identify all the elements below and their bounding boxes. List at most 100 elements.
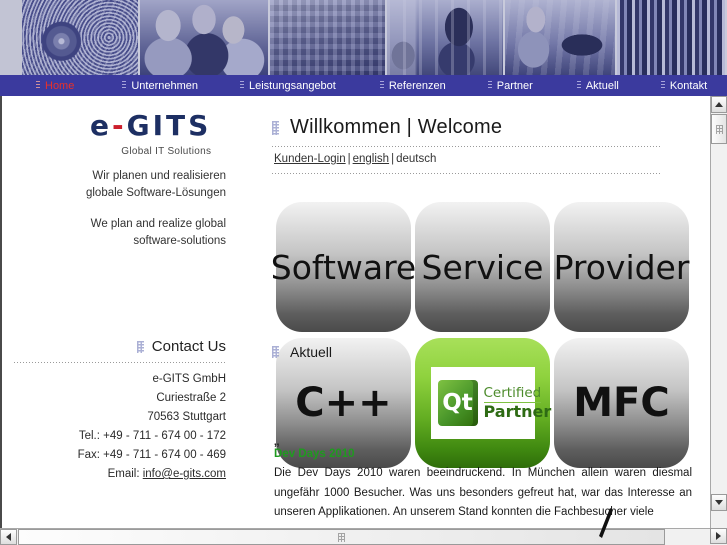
contact-title: Contact Us [151, 338, 226, 355]
aktuell-heading: Aktuell [272, 344, 332, 360]
nav-label: Partner [496, 79, 533, 92]
heading-divider [272, 146, 660, 147]
tile-row-1: Software Service Provider [271, 202, 696, 332]
banner-photo-globe-network [21, 0, 140, 75]
horizontal-scrollbar[interactable] [0, 528, 710, 545]
vertical-scroll-thumb[interactable] [711, 114, 727, 144]
logo-part2: GITS [126, 109, 212, 142]
header-banner [0, 0, 727, 75]
banner-left-pad [0, 0, 22, 75]
article-headline: Dev Days 2010 [274, 448, 355, 460]
horizontal-scroll-thumb[interactable] [18, 529, 665, 545]
banner-photo-lab-technician [505, 0, 618, 75]
scrollbar-corner [710, 528, 727, 545]
nav-bullet-icon [576, 81, 581, 90]
contact-details: e-GITS GmbH Curiestraße 2 70563 Stuttgar… [14, 370, 226, 484]
tile-label: MFC [573, 380, 670, 426]
logo-part1: e [90, 109, 112, 142]
contact-email-label: Email: [107, 468, 140, 480]
contact-divider [14, 362, 226, 363]
qt-badge: Certified Partner [430, 367, 551, 439]
contact-company: e-GITS GmbH [152, 373, 226, 385]
kunden-login-link[interactable]: Kunden-Login [274, 153, 346, 165]
contact-city: 70563 Stuttgart [147, 411, 226, 423]
scroll-grip-icon [338, 532, 345, 542]
tagline-de-line2: globale Software-Lösungen [85, 187, 226, 199]
contact-street: Curiestraße 2 [156, 392, 226, 404]
qt-badge-text: Certified Partner [483, 385, 552, 421]
nav-bullet-icon [36, 81, 40, 90]
qt-certified-label: Certified [483, 385, 542, 404]
nav-item-leistungsangebot[interactable]: Leistungsangebot [240, 80, 336, 92]
language-bar: Kunden-Login | english | deutsch [274, 153, 436, 165]
vertical-scrollbar[interactable] [710, 96, 727, 528]
tagline-gap [16, 202, 226, 216]
grid-icon [136, 340, 144, 353]
lang-separator-1: | [347, 153, 351, 165]
nav-label: Leistungsangebot [249, 79, 336, 92]
banner-photo-server-rack [269, 0, 388, 75]
feature-tiles: Software Service Provider C++ Qt Certifi… [271, 202, 696, 468]
logo-wordmark: e-GITS [90, 112, 211, 140]
nav-item-unternehmen[interactable]: Unternehmen [122, 80, 198, 92]
scroll-grip-icon [715, 124, 723, 134]
english-link[interactable]: english [353, 153, 389, 165]
left-column: e-GITS Global IT Solutions Wir planen un… [2, 96, 242, 528]
banner-photo-circuit-board [617, 0, 727, 75]
nav-label: Unternehmen [131, 79, 198, 92]
email-link[interactable]: info@e-gits.com [143, 468, 226, 480]
nav-label: Kontakt [669, 79, 708, 92]
banner-photo-business-people [139, 0, 270, 75]
site-logo[interactable]: e-GITS Global IT Solutions [90, 112, 211, 158]
tile-service[interactable]: Service [415, 202, 550, 332]
scroll-left-button[interactable] [0, 529, 17, 545]
tagline-block: Wir planen und realisieren globale Softw… [16, 168, 226, 250]
nav-item-referenzen[interactable]: Referenzen [379, 79, 446, 92]
tagline-de-line1: Wir planen und realisieren [92, 170, 226, 182]
tile-software[interactable]: Software [271, 202, 416, 332]
scroll-right-button[interactable] [710, 528, 727, 544]
nav-bullet-icon [487, 81, 492, 90]
tile-label: C++ [295, 380, 392, 426]
nav-label: Referenzen [388, 79, 446, 92]
chevron-up-icon [715, 102, 723, 107]
page-title: Willkommen | Welcome [290, 116, 503, 138]
grid-icon [272, 346, 279, 358]
chevron-left-icon [6, 533, 11, 541]
nav-item-home[interactable]: Home [36, 80, 74, 92]
right-column: Willkommen | Welcome Kunden-Login | englis… [242, 96, 710, 528]
tile-label: Service [421, 247, 544, 287]
scroll-up-button[interactable] [711, 96, 727, 113]
chevron-down-icon [715, 500, 723, 505]
browser-page: Home Unternehmen Leistungsangebot Refere… [0, 0, 727, 545]
nav-bullet-icon [379, 81, 384, 90]
article-quote-mark: „ [274, 432, 280, 449]
nav-bullet-icon [240, 81, 244, 90]
logo-dash: - [112, 109, 127, 142]
chevron-right-icon [716, 532, 721, 540]
nav-item-aktuell[interactable]: Aktuell [576, 79, 619, 92]
nav-label: Home [45, 79, 75, 92]
banner-photo-office-laptop [387, 0, 506, 75]
contact-tel: Tel.: +49 - 711 - 674 00 - 172 [78, 430, 226, 442]
tile-label: Software [270, 247, 417, 287]
contact-heading: Contact Us [14, 338, 226, 355]
nav-item-partner[interactable]: Partner [487, 79, 533, 92]
page-content: e-GITS Global IT Solutions Wir planen un… [0, 96, 710, 528]
article-body: Die Dev Days 2010 waren beeindruckend. I… [274, 467, 692, 518]
tile-provider[interactable]: Provider [554, 202, 689, 332]
deutsch-link[interactable]: deutsch [396, 153, 436, 165]
nav-label: Aktuell [585, 79, 619, 92]
nav-bullet-icon [660, 81, 665, 90]
welcome-heading: Willkommen | Welcome [272, 116, 502, 139]
news-article: „ Dev Days 2010 Die Dev Days 2010 waren … [274, 432, 692, 523]
scroll-down-button[interactable] [711, 494, 727, 511]
section-title: Aktuell [290, 344, 333, 360]
tagline-en-line1: We plan and realize global [90, 218, 226, 230]
grid-icon [272, 120, 279, 135]
contact-email-row: Email: info@e-gits.com [14, 465, 226, 484]
qt-logo-icon [437, 380, 478, 426]
nav-item-kontakt[interactable]: Kontakt [660, 79, 708, 92]
tile-label: Provider [553, 247, 690, 287]
qt-partner-label: Partner [483, 402, 552, 421]
